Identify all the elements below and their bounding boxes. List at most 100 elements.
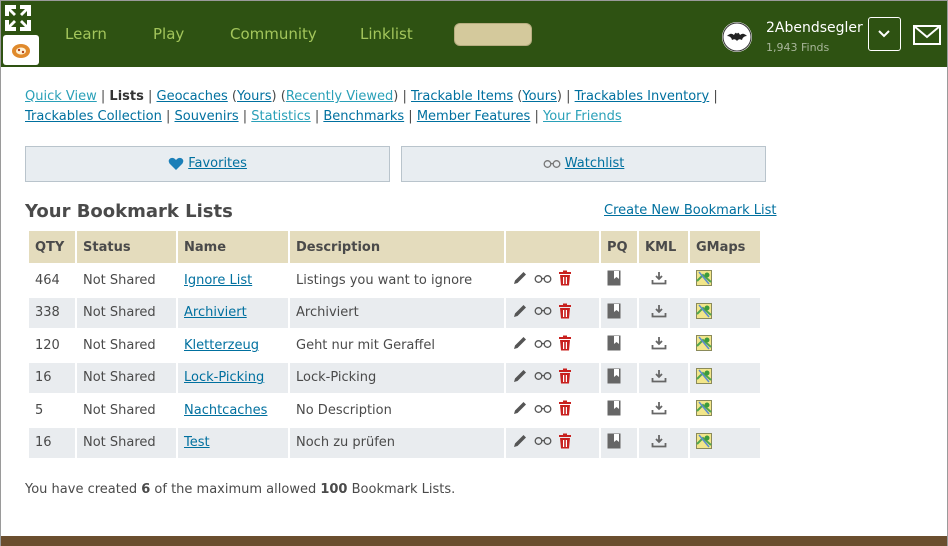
glasses-icon[interactable] bbox=[534, 305, 552, 320]
trash-icon[interactable] bbox=[558, 400, 572, 420]
search-field[interactable] bbox=[454, 23, 532, 46]
pencil-icon[interactable] bbox=[512, 270, 528, 290]
cell-gmaps bbox=[690, 362, 760, 393]
map-icon[interactable] bbox=[696, 302, 712, 323]
cell-status: Not Shared bbox=[77, 395, 176, 426]
pencil-icon[interactable] bbox=[512, 433, 528, 453]
nav-play[interactable]: Play bbox=[153, 25, 184, 43]
glasses-icon[interactable] bbox=[534, 435, 552, 450]
bookmark-icon[interactable] bbox=[607, 433, 621, 453]
link-geocaches[interactable]: Geocaches bbox=[157, 89, 228, 104]
bookmark-list-link[interactable]: Nachtcaches bbox=[184, 403, 267, 418]
link-trackables-yours[interactable]: Yours bbox=[522, 89, 557, 104]
cell-name: Test bbox=[178, 427, 288, 458]
link-geocaches-yours[interactable]: Yours bbox=[237, 89, 272, 104]
cell-name: Nachtcaches bbox=[178, 395, 288, 426]
trash-icon[interactable] bbox=[558, 335, 572, 355]
table-row: 120 Not Shared Kletterzeug Geht nur mit Ger… bbox=[29, 330, 760, 361]
cell-gmaps bbox=[690, 297, 760, 328]
nav-linklist[interactable]: Linklist bbox=[360, 25, 413, 43]
account-dropdown-button[interactable] bbox=[868, 17, 901, 51]
cell-description: Noch zu prüfen bbox=[290, 427, 504, 458]
table-row: 5 Not Shared Nachtcaches No Description bbox=[29, 395, 760, 426]
bookmark-icon[interactable] bbox=[607, 335, 621, 355]
watchlist-link[interactable]: Watchlist bbox=[565, 156, 625, 171]
glasses-icon[interactable] bbox=[534, 273, 552, 288]
cell-qty: 16 bbox=[29, 362, 75, 393]
bookmark-icon[interactable] bbox=[607, 368, 621, 388]
link-souvenirs[interactable]: Souvenirs bbox=[174, 109, 238, 124]
geocaching-logo[interactable] bbox=[3, 3, 39, 65]
pencil-icon[interactable] bbox=[512, 303, 528, 323]
cell-pq bbox=[601, 395, 637, 426]
download-icon[interactable] bbox=[651, 401, 667, 419]
link-trackables-inventory[interactable]: Trackables Inventory bbox=[575, 89, 710, 104]
pencil-icon[interactable] bbox=[512, 368, 528, 388]
mail-icon[interactable] bbox=[913, 25, 941, 45]
bookmark-list-link[interactable]: Ignore List bbox=[184, 273, 252, 288]
cell-name: Archiviert bbox=[178, 297, 288, 328]
col-kml: KML bbox=[639, 231, 688, 263]
glasses-icon bbox=[543, 159, 561, 168]
pencil-icon[interactable] bbox=[512, 400, 528, 420]
download-icon[interactable] bbox=[651, 336, 667, 354]
username[interactable]: 2Abendsegler bbox=[766, 20, 863, 36]
cell-qty: 16 bbox=[29, 427, 75, 458]
bookmark-icon[interactable] bbox=[607, 303, 621, 323]
link-quick-view[interactable]: Quick View bbox=[25, 89, 97, 104]
bookmark-icon[interactable] bbox=[607, 400, 621, 420]
cell-pq bbox=[601, 427, 637, 458]
map-icon[interactable] bbox=[696, 432, 712, 453]
trash-icon[interactable] bbox=[558, 433, 572, 453]
bookmark-list-link[interactable]: Kletterzeug bbox=[184, 338, 259, 353]
summary-middle: of the maximum allowed bbox=[150, 482, 321, 497]
table-row: 464 Not Shared Ignore List Listings you wan… bbox=[29, 265, 760, 296]
download-icon[interactable] bbox=[651, 369, 667, 387]
bookmark-lists-table: QTY Status Name Description PQ KML GMaps… bbox=[27, 229, 762, 460]
download-icon[interactable] bbox=[651, 304, 667, 322]
watchlist-panel[interactable]: Watchlist bbox=[401, 146, 766, 182]
nav-community[interactable]: Community bbox=[230, 25, 317, 43]
link-trackable-items[interactable]: Trackable Items bbox=[411, 89, 513, 104]
col-qty: QTY bbox=[29, 231, 75, 263]
glasses-icon[interactable] bbox=[534, 370, 552, 385]
link-member-features[interactable]: Member Features bbox=[417, 109, 531, 124]
cell-gmaps bbox=[690, 395, 760, 426]
download-icon[interactable] bbox=[651, 271, 667, 289]
map-icon[interactable] bbox=[696, 400, 712, 420]
souvenir-badge[interactable] bbox=[3, 35, 39, 65]
pencil-icon[interactable] bbox=[512, 335, 528, 355]
bookmark-list-link[interactable]: Archiviert bbox=[184, 305, 247, 320]
col-status: Status bbox=[77, 231, 176, 263]
link-your-friends[interactable]: Your Friends bbox=[543, 109, 622, 124]
create-bookmark-list-link[interactable]: Create New Bookmark List bbox=[604, 203, 777, 218]
map-icon[interactable] bbox=[696, 367, 712, 388]
cell-pq bbox=[601, 297, 637, 328]
user-avatar[interactable] bbox=[722, 22, 752, 52]
cell-status: Not Shared bbox=[77, 297, 176, 328]
bookmark-list-link[interactable]: Lock-Picking bbox=[184, 370, 264, 385]
glasses-icon[interactable] bbox=[534, 338, 552, 353]
bookmark-list-link[interactable]: Test bbox=[184, 435, 210, 450]
favorites-panel[interactable]: Favorites bbox=[25, 146, 390, 182]
link-trackables-collection[interactable]: Trackables Collection bbox=[25, 109, 162, 124]
link-benchmarks[interactable]: Benchmarks bbox=[323, 109, 404, 124]
current-lists: Lists bbox=[109, 89, 144, 104]
cell-actions bbox=[506, 427, 599, 458]
bookmark-icon[interactable] bbox=[607, 270, 621, 290]
favorites-link[interactable]: Favorites bbox=[188, 156, 247, 171]
download-icon[interactable] bbox=[651, 434, 667, 452]
map-icon[interactable] bbox=[696, 270, 712, 290]
glasses-icon[interactable] bbox=[534, 403, 552, 418]
link-statistics[interactable]: Statistics bbox=[251, 109, 310, 124]
cell-kml bbox=[639, 297, 688, 328]
trash-icon[interactable] bbox=[558, 368, 572, 388]
chevron-down-icon bbox=[878, 30, 890, 38]
map-icon[interactable] bbox=[696, 335, 712, 355]
nav-learn[interactable]: Learn bbox=[65, 25, 107, 43]
trash-icon[interactable] bbox=[558, 303, 572, 323]
cell-name: Ignore List bbox=[178, 265, 288, 296]
trash-icon[interactable] bbox=[558, 270, 572, 290]
link-recently-viewed[interactable]: Recently Viewed bbox=[286, 89, 393, 104]
summary-count: 6 bbox=[141, 482, 151, 497]
